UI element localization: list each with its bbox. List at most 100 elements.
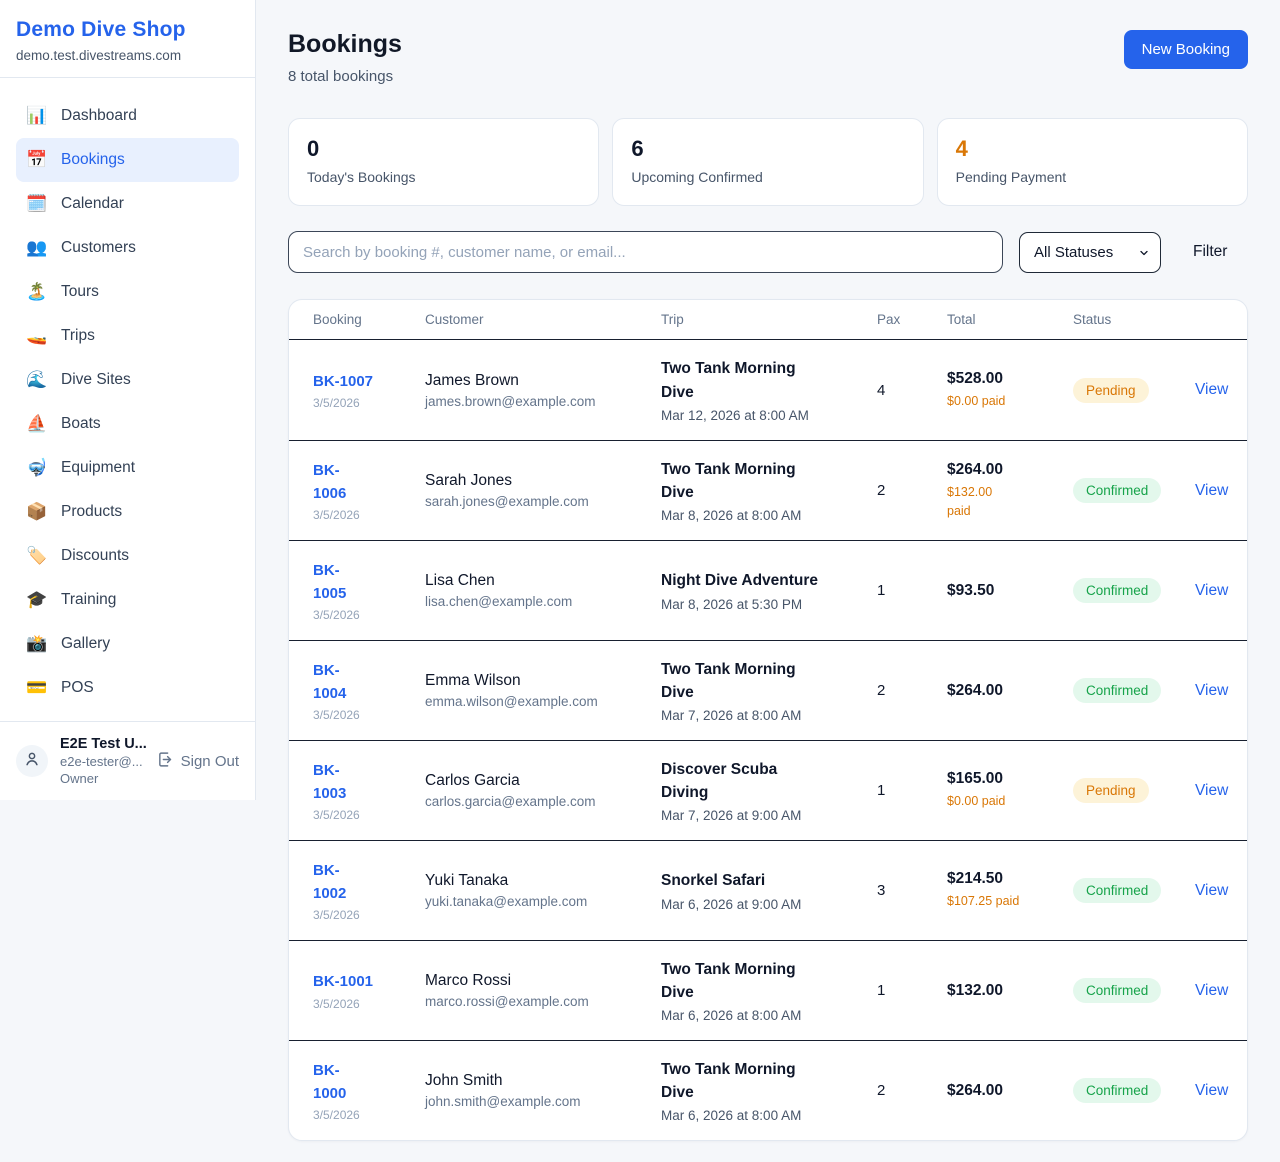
sidebar-item-gallery[interactable]: 📸 Gallery	[16, 622, 239, 666]
customer-email: john.smith@example.com	[425, 1094, 661, 1109]
paid-amount: $132.00 paid	[947, 483, 1073, 521]
table-row: BK-1001 3/5/2026 Marco Rossi marco.rossi…	[289, 940, 1247, 1040]
stat-label: Upcoming Confirmed	[631, 169, 904, 185]
status-badge: Confirmed	[1073, 1078, 1161, 1103]
sidebar-item-boats[interactable]: ⛵ Boats	[16, 402, 239, 446]
sidebar-item-dashboard[interactable]: 📊 Dashboard	[16, 94, 239, 138]
booking-date: 3/5/2026	[313, 508, 425, 522]
customer-name: Yuki Tanaka	[425, 872, 661, 890]
tag-icon: 🏷️	[26, 546, 48, 566]
status-select-wrap: All Statuses	[1019, 232, 1161, 273]
booking-date: 3/5/2026	[313, 908, 425, 922]
table-row: BK- 1006 3/5/2026 Sarah Jones sarah.jone…	[289, 440, 1247, 540]
trip-datetime: Mar 7, 2026 at 8:00 AM	[661, 708, 877, 723]
sidebar-item-bookings[interactable]: 📅 Bookings	[16, 138, 239, 182]
total-amount: $264.00	[947, 461, 1073, 479]
filter-row: All Statuses Filter	[288, 231, 1248, 273]
view-link[interactable]: View	[1195, 782, 1228, 799]
booking-date: 3/5/2026	[313, 997, 425, 1011]
sidebar-item-tours[interactable]: 🏝️ Tours	[16, 270, 239, 314]
table-header-row: Booking Customer Trip Pax Total Status	[289, 300, 1247, 340]
sign-out-button[interactable]: Sign Out	[157, 751, 239, 772]
trip-datetime: Mar 8, 2026 at 8:00 AM	[661, 508, 877, 523]
trip-datetime: Mar 7, 2026 at 9:00 AM	[661, 808, 877, 823]
table-row: BK-1007 3/5/2026 James Brown james.brown…	[289, 340, 1247, 440]
booking-id-link[interactable]: BK- 1004	[313, 659, 425, 706]
stat-card: 4 Pending Payment	[937, 118, 1248, 206]
trip-name: Two Tank Morning Dive	[661, 458, 877, 505]
sidebar-item-products[interactable]: 📦 Products	[16, 490, 239, 534]
booking-id-link[interactable]: BK- 1002	[313, 859, 425, 906]
user-name: E2E Test U...	[60, 736, 145, 752]
sidebar-item-label: Trips	[61, 327, 95, 345]
status-select[interactable]: All Statuses	[1019, 232, 1161, 273]
booking-date: 3/5/2026	[313, 808, 425, 822]
filter-button[interactable]: Filter	[1193, 243, 1227, 261]
pax-count: 4	[877, 382, 947, 399]
total-amount: $528.00	[947, 370, 1073, 388]
sidebar-item-label: Gallery	[61, 635, 110, 653]
booking-id-link[interactable]: BK-1001	[313, 970, 425, 993]
trip-name: Two Tank Morning Dive	[661, 357, 877, 404]
search-input[interactable]	[288, 231, 1003, 273]
calendar-date-icon: 📅	[26, 150, 48, 170]
customer-email: emma.wilson@example.com	[425, 694, 661, 709]
booking-id-link[interactable]: BK- 1003	[313, 759, 425, 806]
table-row: BK- 1004 3/5/2026 Emma Wilson emma.wilso…	[289, 640, 1247, 740]
new-booking-button[interactable]: New Booking	[1124, 30, 1248, 69]
total-amount: $264.00	[947, 682, 1073, 700]
booking-id-link[interactable]: BK-1007	[313, 370, 425, 393]
sidebar-item-training[interactable]: 🎓 Training	[16, 578, 239, 622]
bookings-table: Booking Customer Trip Pax Total Status B…	[288, 299, 1248, 1141]
customer-name: Carlos Garcia	[425, 772, 661, 790]
view-link[interactable]: View	[1195, 682, 1228, 699]
view-link[interactable]: View	[1195, 1082, 1228, 1099]
view-link[interactable]: View	[1195, 381, 1228, 398]
col-header-pax: Pax	[877, 312, 947, 327]
paid-amount: $0.00 paid	[947, 792, 1073, 811]
pax-count: 2	[877, 482, 947, 499]
total-amount: $93.50	[947, 582, 1073, 600]
trip-name: Two Tank Morning Dive	[661, 658, 877, 705]
col-header-total: Total	[947, 312, 1073, 327]
view-link[interactable]: View	[1195, 582, 1228, 599]
sidebar-item-discounts[interactable]: 🏷️ Discounts	[16, 534, 239, 578]
pax-count: 2	[877, 682, 947, 699]
sidebar-item-label: Dashboard	[61, 107, 137, 125]
sidebar-item-label: Boats	[61, 415, 101, 433]
sidebar-item-label: Customers	[61, 239, 136, 257]
sidebar-item-pos[interactable]: 💳 POS	[16, 666, 239, 710]
view-link[interactable]: View	[1195, 982, 1228, 999]
sidebar-item-dive-sites[interactable]: 🌊 Dive Sites	[16, 358, 239, 402]
sidebar: Demo Dive Shop demo.test.divestreams.com…	[0, 0, 256, 800]
sidebar-item-label: Discounts	[61, 547, 129, 565]
sidebar-item-calendar[interactable]: 🗓️ Calendar	[16, 182, 239, 226]
sidebar-item-label: Tours	[61, 283, 99, 301]
customer-name: Emma Wilson	[425, 672, 661, 690]
view-link[interactable]: View	[1195, 882, 1228, 899]
sidebar-item-customers[interactable]: 👥 Customers	[16, 226, 239, 270]
sidebar-item-trips[interactable]: 🚤 Trips	[16, 314, 239, 358]
booking-id-link[interactable]: BK- 1005	[313, 559, 425, 606]
pax-count: 1	[877, 982, 947, 999]
user-email: e2e-tester@...	[60, 754, 145, 769]
booking-id-link[interactable]: BK- 1006	[313, 459, 425, 506]
total-amount: $264.00	[947, 1082, 1073, 1100]
stat-label: Today's Bookings	[307, 169, 580, 185]
view-link[interactable]: View	[1195, 482, 1228, 499]
sidebar-item-label: Equipment	[61, 459, 135, 477]
table-row: BK- 1005 3/5/2026 Lisa Chen lisa.chen@ex…	[289, 540, 1247, 640]
sign-out-label: Sign Out	[181, 753, 239, 770]
trip-name: Snorkel Safari	[661, 869, 877, 892]
sidebar-item-label: POS	[61, 679, 94, 697]
trip-name: Two Tank Morning Dive	[661, 1058, 877, 1105]
sidebar-item-equipment[interactable]: 🤿 Equipment	[16, 446, 239, 490]
booking-date: 3/5/2026	[313, 708, 425, 722]
person-icon	[23, 750, 41, 773]
sidebar-item-label: Training	[61, 591, 116, 609]
booking-id-link[interactable]: BK- 1000	[313, 1059, 425, 1106]
calendar-icon: 🗓️	[26, 194, 48, 214]
pax-count: 2	[877, 1082, 947, 1099]
status-badge: Confirmed	[1073, 978, 1161, 1003]
status-badge: Pending	[1073, 778, 1149, 803]
